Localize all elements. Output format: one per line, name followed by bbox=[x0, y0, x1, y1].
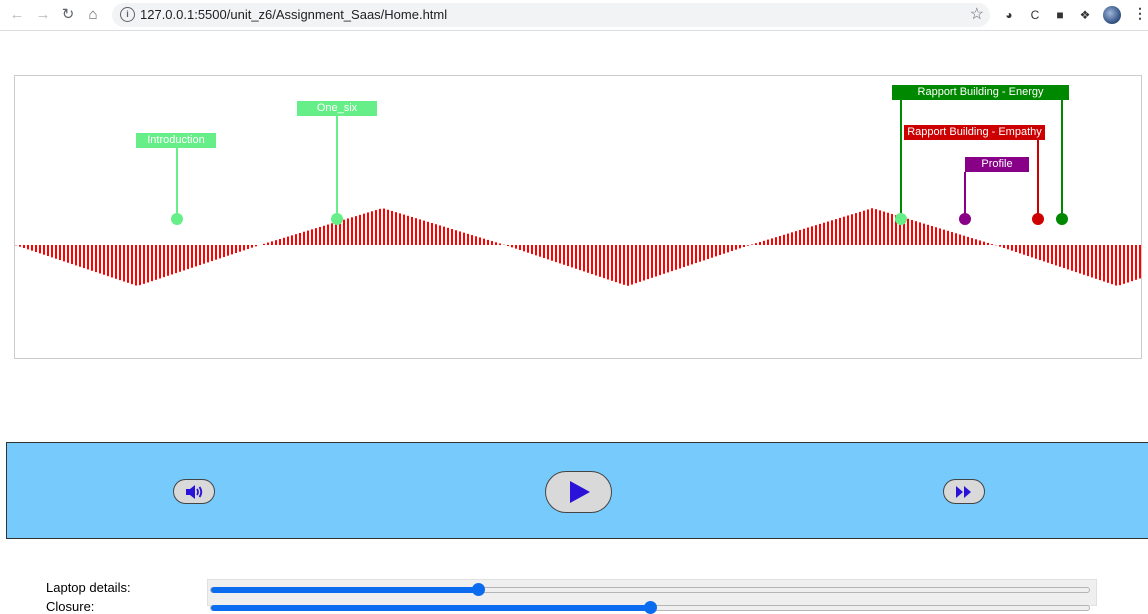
marker-dot[interactable] bbox=[959, 213, 971, 225]
marker-label-profile[interactable]: Profile bbox=[965, 157, 1029, 172]
timeline-panel[interactable]: Introduction One_six Rapport Building - … bbox=[14, 75, 1142, 359]
slider-thumb[interactable] bbox=[471, 583, 485, 596]
marker-label-introduction[interactable]: Introduction bbox=[136, 133, 216, 148]
browser-toolbar: ← → ↻ ⌂ i 127.0.0.1:5500/unit_z6/Assignm… bbox=[0, 0, 1148, 31]
marker-dot[interactable] bbox=[1032, 213, 1044, 225]
marker-dot[interactable] bbox=[171, 213, 183, 225]
player-controls bbox=[6, 442, 1148, 539]
puzzle-icon[interactable]: ❖ bbox=[1076, 6, 1094, 24]
home-icon[interactable]: ⌂ bbox=[83, 5, 103, 25]
marker-dot[interactable] bbox=[1056, 213, 1068, 225]
address-bar[interactable]: i 127.0.0.1:5500/unit_z6/Assignment_Saas… bbox=[112, 3, 990, 27]
marker-dot[interactable] bbox=[895, 213, 907, 225]
site-info-icon[interactable]: i bbox=[120, 7, 135, 22]
url-text[interactable]: 127.0.0.1:5500/unit_z6/Assignment_Saas/H… bbox=[140, 7, 447, 22]
marker-label-one-six[interactable]: One_six bbox=[297, 101, 377, 116]
waveform bbox=[15, 100, 1141, 286]
reload-icon[interactable]: ↻ bbox=[58, 5, 78, 25]
marker-dot[interactable] bbox=[331, 213, 343, 225]
closure-slider[interactable] bbox=[210, 601, 1090, 614]
marker-label-rapport-empathy[interactable]: Rapport Building - Empathy bbox=[904, 125, 1045, 140]
profile-avatar[interactable] bbox=[1103, 6, 1121, 24]
forward-icon[interactable]: → bbox=[33, 5, 53, 25]
fast-forward-icon bbox=[956, 485, 971, 498]
laptop-details-label: Laptop details: bbox=[46, 580, 131, 595]
slider-fill bbox=[211, 605, 650, 611]
bookmark-star-icon[interactable]: ☆ bbox=[970, 4, 984, 24]
play-icon bbox=[569, 481, 590, 503]
volume-icon bbox=[186, 484, 203, 499]
volume-button[interactable] bbox=[173, 479, 215, 504]
back-icon[interactable]: ← bbox=[7, 5, 27, 25]
extension-icon-3[interactable]: ■ bbox=[1051, 6, 1069, 24]
fast-forward-button[interactable] bbox=[943, 479, 985, 504]
play-button[interactable] bbox=[545, 471, 612, 513]
marker-label-rapport-energy[interactable]: Rapport Building - Energy bbox=[892, 85, 1069, 100]
laptop-details-slider[interactable] bbox=[210, 583, 1090, 596]
extension-icon-2[interactable]: C bbox=[1026, 6, 1044, 24]
slider-thumb[interactable] bbox=[644, 601, 657, 614]
more-menu-icon[interactable]: ⋮ bbox=[1133, 5, 1147, 22]
slider-fill bbox=[211, 587, 478, 593]
extension-icon-1[interactable]: ◕ bbox=[1000, 6, 1018, 24]
